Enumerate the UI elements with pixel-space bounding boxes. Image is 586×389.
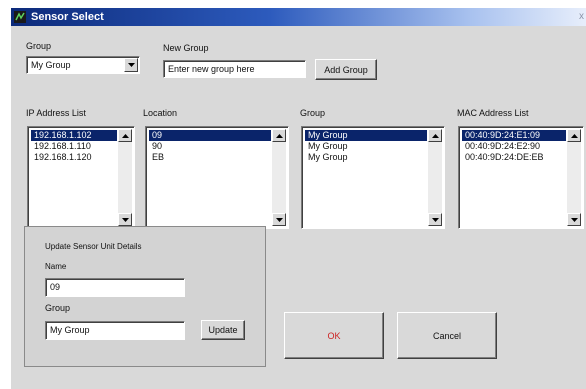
- list-item[interactable]: My Group: [305, 141, 427, 152]
- update-details-panel: Update Sensor Unit Details Name 09 Group…: [24, 226, 266, 367]
- title-bar[interactable]: Sensor Select x: [11, 8, 586, 26]
- name-field[interactable]: 09: [45, 278, 185, 297]
- new-group-input[interactable]: Enter new group here: [163, 60, 306, 78]
- group-list-header: Group: [300, 108, 326, 118]
- scroll-up-icon[interactable]: [272, 129, 286, 142]
- close-icon[interactable]: x: [579, 10, 584, 24]
- ok-label: OK: [327, 330, 341, 341]
- group-list[interactable]: My Group My Group My Group: [301, 126, 445, 229]
- scrollbar[interactable]: [118, 129, 132, 226]
- ip-list-header: IP Address List: [26, 108, 86, 118]
- mac-address-list[interactable]: 00:40:9D:24:E1:09 00:40:9D:24:E2:90 00:4…: [458, 126, 584, 229]
- scroll-down-icon[interactable]: [567, 213, 581, 226]
- list-item[interactable]: My Group: [305, 130, 427, 141]
- list-item[interactable]: My Group: [305, 152, 427, 163]
- scroll-down-icon[interactable]: [272, 213, 286, 226]
- details-group-label: Group: [45, 303, 71, 313]
- update-button[interactable]: Update: [201, 320, 245, 340]
- list-item[interactable]: 00:40:9D:24:E2:90: [462, 141, 566, 152]
- list-item[interactable]: EB: [149, 152, 271, 163]
- sensor-select-window: Sensor Select x Group My Group New Group…: [11, 8, 586, 389]
- ip-address-list[interactable]: 192.168.1.102 192.168.1.110 192.168.1.12…: [27, 126, 135, 229]
- details-heading: Update Sensor Unit Details: [45, 242, 142, 251]
- list-item[interactable]: 09: [149, 130, 271, 141]
- scrollbar[interactable]: [272, 129, 286, 226]
- mac-list-header: MAC Address List: [457, 108, 529, 118]
- window-title: Sensor Select: [31, 11, 104, 23]
- cancel-button[interactable]: Cancel: [397, 312, 497, 359]
- location-list[interactable]: 09 90 EB: [145, 126, 289, 229]
- group-dropdown[interactable]: My Group: [26, 56, 140, 74]
- group-dropdown-value: My Group: [31, 60, 71, 70]
- scroll-up-icon[interactable]: [567, 129, 581, 142]
- ok-button[interactable]: OK: [284, 312, 384, 359]
- group-label: Group: [26, 41, 52, 51]
- scroll-down-icon[interactable]: [118, 213, 132, 226]
- scrollbar[interactable]: [567, 129, 581, 226]
- scroll-up-icon[interactable]: [428, 129, 442, 142]
- scroll-up-icon[interactable]: [118, 129, 132, 142]
- list-item[interactable]: 90: [149, 141, 271, 152]
- name-label: Name: [45, 262, 67, 271]
- chevron-down-icon[interactable]: [124, 58, 138, 72]
- list-item[interactable]: 192.168.1.110: [31, 141, 117, 152]
- scroll-down-icon[interactable]: [428, 213, 442, 226]
- list-item[interactable]: 00:40:9D:24:E1:09: [462, 130, 566, 141]
- scrollbar[interactable]: [428, 129, 442, 226]
- details-group-field[interactable]: My Group: [45, 321, 185, 340]
- list-item[interactable]: 192.168.1.120: [31, 152, 117, 163]
- new-group-label: New Group: [163, 43, 209, 53]
- location-list-header: Location: [143, 108, 178, 118]
- app-icon: [14, 11, 26, 23]
- list-item[interactable]: 00:40:9D:24:DE:EB: [462, 152, 566, 163]
- add-group-button[interactable]: Add Group: [315, 59, 377, 80]
- list-item[interactable]: 192.168.1.102: [31, 130, 117, 141]
